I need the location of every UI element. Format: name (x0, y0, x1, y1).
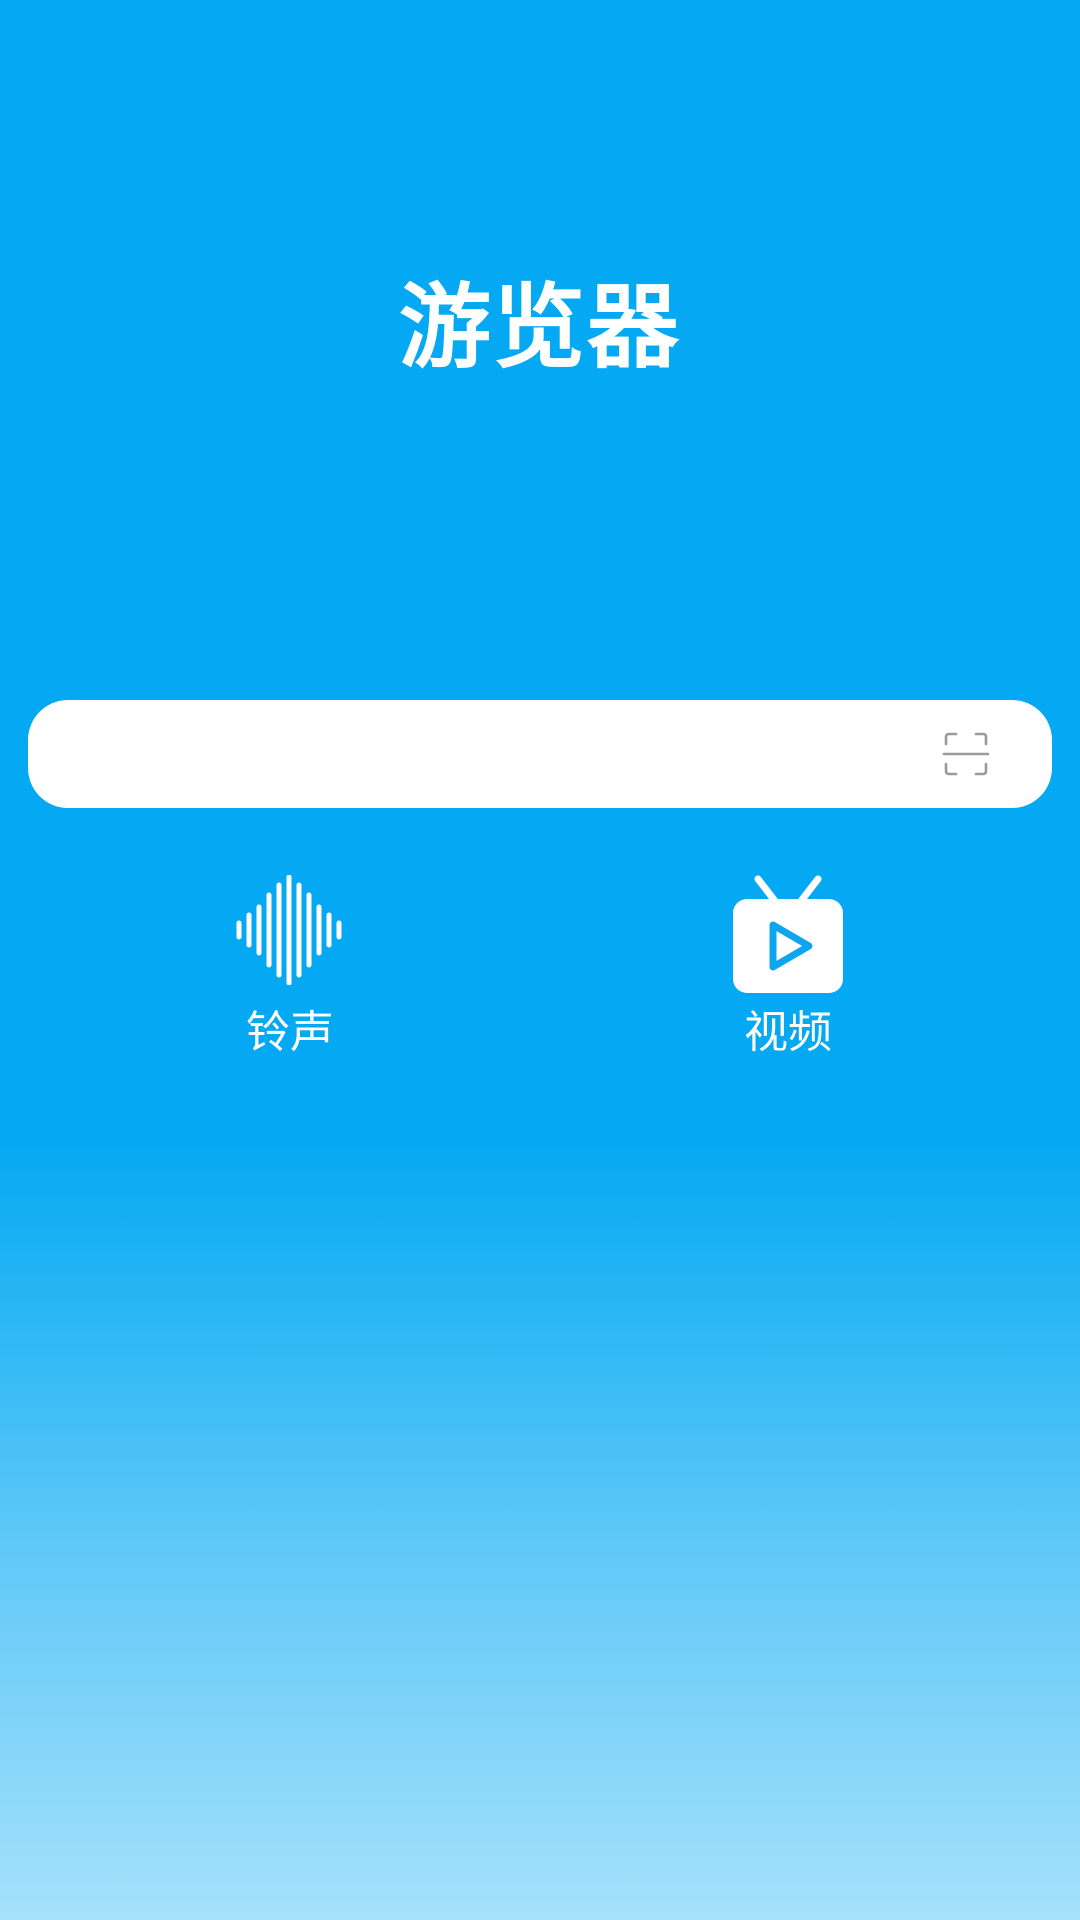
scan-icon[interactable] (942, 730, 990, 778)
search-input[interactable] (68, 724, 928, 784)
sound-wave-icon (236, 875, 342, 985)
ringtone-shortcut[interactable]: 铃声 (170, 875, 410, 1075)
app-title: 游览器 (398, 274, 681, 381)
ringtone-label: 铃声 (246, 1007, 334, 1058)
search-bar[interactable] (28, 700, 1052, 808)
video-shortcut[interactable]: 视频 (668, 875, 908, 1075)
video-label: 视频 (744, 1007, 832, 1058)
tv-play-icon (733, 875, 843, 993)
